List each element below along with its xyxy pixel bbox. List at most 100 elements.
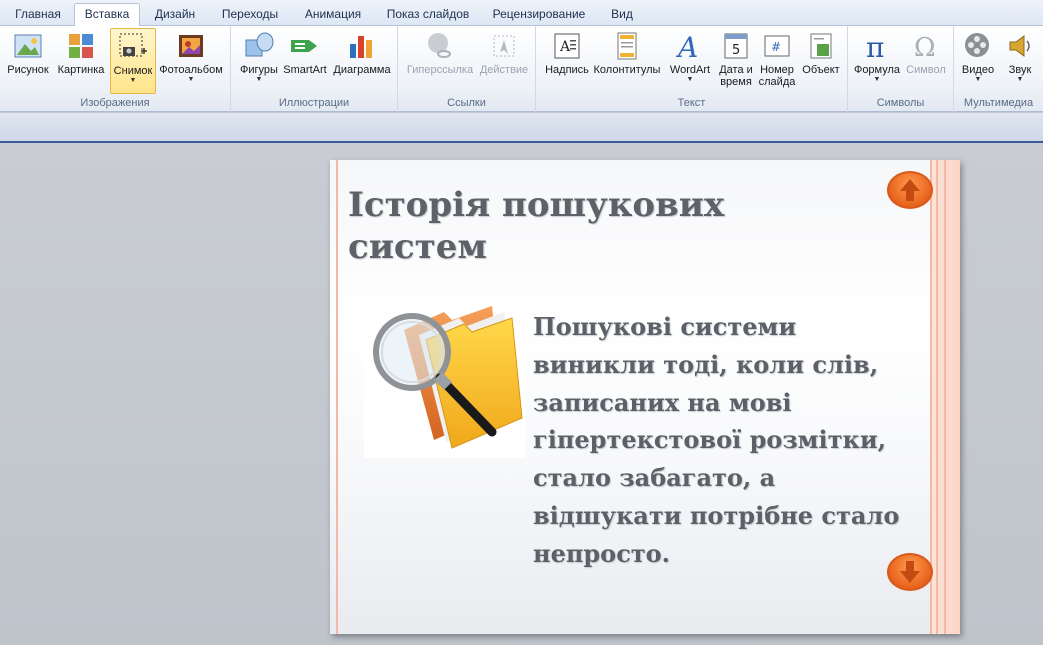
slide-border-line bbox=[944, 160, 946, 634]
header-footer-icon bbox=[611, 30, 643, 62]
symbol-label: Символ bbox=[906, 64, 946, 76]
slide-number-icon: # bbox=[761, 30, 793, 62]
hyperlink-icon bbox=[424, 30, 456, 62]
audio-label: Звук bbox=[1008, 64, 1032, 76]
video-button[interactable]: Видео ▼ bbox=[956, 28, 1000, 94]
group-images: Рисунок Картинка Снимок ▼ Фотоальбом ▼ И… bbox=[0, 26, 231, 112]
object-label: Объект bbox=[802, 64, 840, 76]
smartart-icon bbox=[289, 30, 321, 62]
screenshot-label: Снимок bbox=[113, 65, 153, 77]
omega-icon: Ω bbox=[910, 30, 942, 63]
textbox-label: Надпись bbox=[545, 64, 589, 76]
symbol-button[interactable]: Ω Символ bbox=[902, 28, 950, 94]
shapes-button[interactable]: Фигуры ▼ bbox=[235, 28, 283, 94]
audio-button[interactable]: Звук ▼ bbox=[1000, 28, 1040, 94]
photo-album-icon bbox=[175, 30, 207, 62]
slide-number-button[interactable]: # Номер слайда bbox=[756, 28, 798, 94]
date-time-label-1: Дата и bbox=[719, 64, 753, 76]
body-line: Пошукові системи bbox=[533, 312, 797, 341]
object-button[interactable]: Объект bbox=[798, 28, 844, 94]
svg-text:A: A bbox=[559, 39, 571, 55]
group-media-label: Мультимедиа bbox=[963, 97, 1034, 109]
group-symbols-label: Символы bbox=[876, 97, 925, 109]
body-line: виникли тоді, коли слів, bbox=[533, 349, 879, 379]
svg-text:π: π bbox=[866, 31, 884, 62]
group-text: A Надпись Колонтитулы A WordArt ▼ 5 Дата… bbox=[536, 26, 848, 112]
photo-album-button[interactable]: Фотоальбом ▼ bbox=[158, 28, 224, 94]
svg-text:A: A bbox=[675, 31, 698, 62]
body-line: стало забагато, а bbox=[533, 463, 776, 493]
tab-transitions[interactable]: Переходы bbox=[212, 4, 288, 26]
chevron-down-icon: ▼ bbox=[187, 76, 195, 83]
textbox-button[interactable]: A Надпись bbox=[542, 28, 592, 94]
svg-text:Ω: Ω bbox=[914, 33, 936, 62]
bar-chart-icon bbox=[346, 30, 378, 62]
ribbon: Рисунок Картинка Снимок ▼ Фотоальбом ▼ И… bbox=[0, 26, 1043, 112]
shapes-label: Фигуры bbox=[240, 64, 278, 76]
svg-text:#: # bbox=[771, 40, 781, 54]
action-label: Действие bbox=[479, 64, 529, 76]
video-label: Видео bbox=[961, 64, 995, 76]
tab-view[interactable]: Вид bbox=[600, 4, 644, 26]
up-arrow-button[interactable] bbox=[887, 171, 933, 209]
down-arrow-button[interactable] bbox=[887, 553, 933, 591]
chevron-down-icon: ▼ bbox=[1016, 76, 1024, 83]
arrow-down-icon bbox=[900, 561, 920, 583]
screenshot-icon bbox=[117, 31, 149, 63]
smartart-label: SmartArt bbox=[283, 64, 327, 76]
film-reel-icon bbox=[962, 30, 994, 62]
picture-label: Рисунок bbox=[7, 64, 49, 76]
clipart-icon bbox=[65, 30, 97, 62]
tab-slideshow[interactable]: Показ слайдов bbox=[378, 4, 478, 26]
group-illustrations: Фигуры ▼ SmartArt Диаграмма Иллюстрации bbox=[231, 26, 398, 112]
smartart-button[interactable]: SmartArt bbox=[281, 28, 329, 94]
svg-text:5: 5 bbox=[732, 43, 740, 58]
slide-title-line: систем bbox=[348, 227, 487, 267]
body-line: записаних на мові bbox=[533, 387, 792, 417]
equation-label: Формула bbox=[853, 64, 901, 76]
screenshot-button[interactable]: Снимок ▼ bbox=[110, 28, 156, 94]
hyperlink-button[interactable]: Гиперссылка bbox=[404, 28, 476, 94]
group-media: Видео ▼ Звук ▼ Мультимедиа bbox=[954, 26, 1043, 112]
wordart-icon: A bbox=[674, 30, 706, 64]
group-text-label: Текст bbox=[677, 97, 706, 109]
group-links: Гиперссылка Действие Ссылки bbox=[398, 26, 536, 112]
tab-review[interactable]: Рецензирование bbox=[486, 4, 592, 26]
picture-button[interactable]: Рисунок bbox=[4, 28, 52, 94]
object-icon bbox=[805, 30, 837, 62]
tab-design[interactable]: Дизайн bbox=[146, 4, 204, 26]
arrow-up-icon bbox=[900, 179, 920, 201]
hyperlink-label: Гиперссылка bbox=[406, 64, 474, 76]
calendar-icon: 5 bbox=[720, 30, 752, 62]
tab-animation[interactable]: Анимация bbox=[296, 4, 370, 26]
slide[interactable]: Історія пошукових систем Пошукові систем… bbox=[330, 160, 960, 634]
tab-home[interactable]: Главная bbox=[8, 4, 68, 26]
header-footer-label: Колонтитулы bbox=[593, 64, 661, 76]
textbox-icon: A bbox=[551, 30, 583, 62]
picture-icon bbox=[12, 30, 44, 62]
tab-insert[interactable]: Вставка bbox=[74, 3, 140, 27]
group-symbols: π Формула ▼ Ω Символ Символы bbox=[848, 26, 954, 112]
body-line: відшукати потрібне стало bbox=[533, 500, 900, 530]
pi-icon: π bbox=[861, 30, 893, 64]
action-icon bbox=[488, 30, 520, 62]
date-time-button[interactable]: 5 Дата и время bbox=[716, 28, 756, 94]
folder-magnifier-image[interactable] bbox=[364, 300, 526, 458]
group-images-label: Изображения bbox=[80, 97, 150, 109]
chart-button[interactable]: Диаграмма bbox=[331, 28, 393, 94]
wordart-button[interactable]: A WordArt ▼ bbox=[664, 28, 716, 94]
equation-button[interactable]: π Формула ▼ bbox=[852, 28, 902, 94]
chart-label: Диаграмма bbox=[333, 64, 391, 76]
clipart-label: Картинка bbox=[57, 64, 105, 76]
ribbon-tabs: Главная Вставка Дизайн Переходы Анимация… bbox=[0, 0, 1043, 27]
slide-body-text[interactable]: Пошукові системи виникли тоді, коли слів… bbox=[533, 308, 913, 573]
slide-title-line: Історія пошукових bbox=[348, 185, 725, 225]
body-line: гіпертекстової розмітки, bbox=[533, 425, 886, 455]
header-footer-button[interactable]: Колонтитулы bbox=[592, 28, 662, 94]
body-line: непросто. bbox=[533, 538, 671, 568]
action-button[interactable]: Действие bbox=[476, 28, 532, 94]
slide-title[interactable]: Історія пошукових систем bbox=[348, 184, 868, 268]
group-illustrations-label: Иллюстрации bbox=[278, 97, 350, 109]
clipart-button[interactable]: Картинка bbox=[54, 28, 108, 94]
chevron-down-icon: ▼ bbox=[686, 76, 694, 83]
